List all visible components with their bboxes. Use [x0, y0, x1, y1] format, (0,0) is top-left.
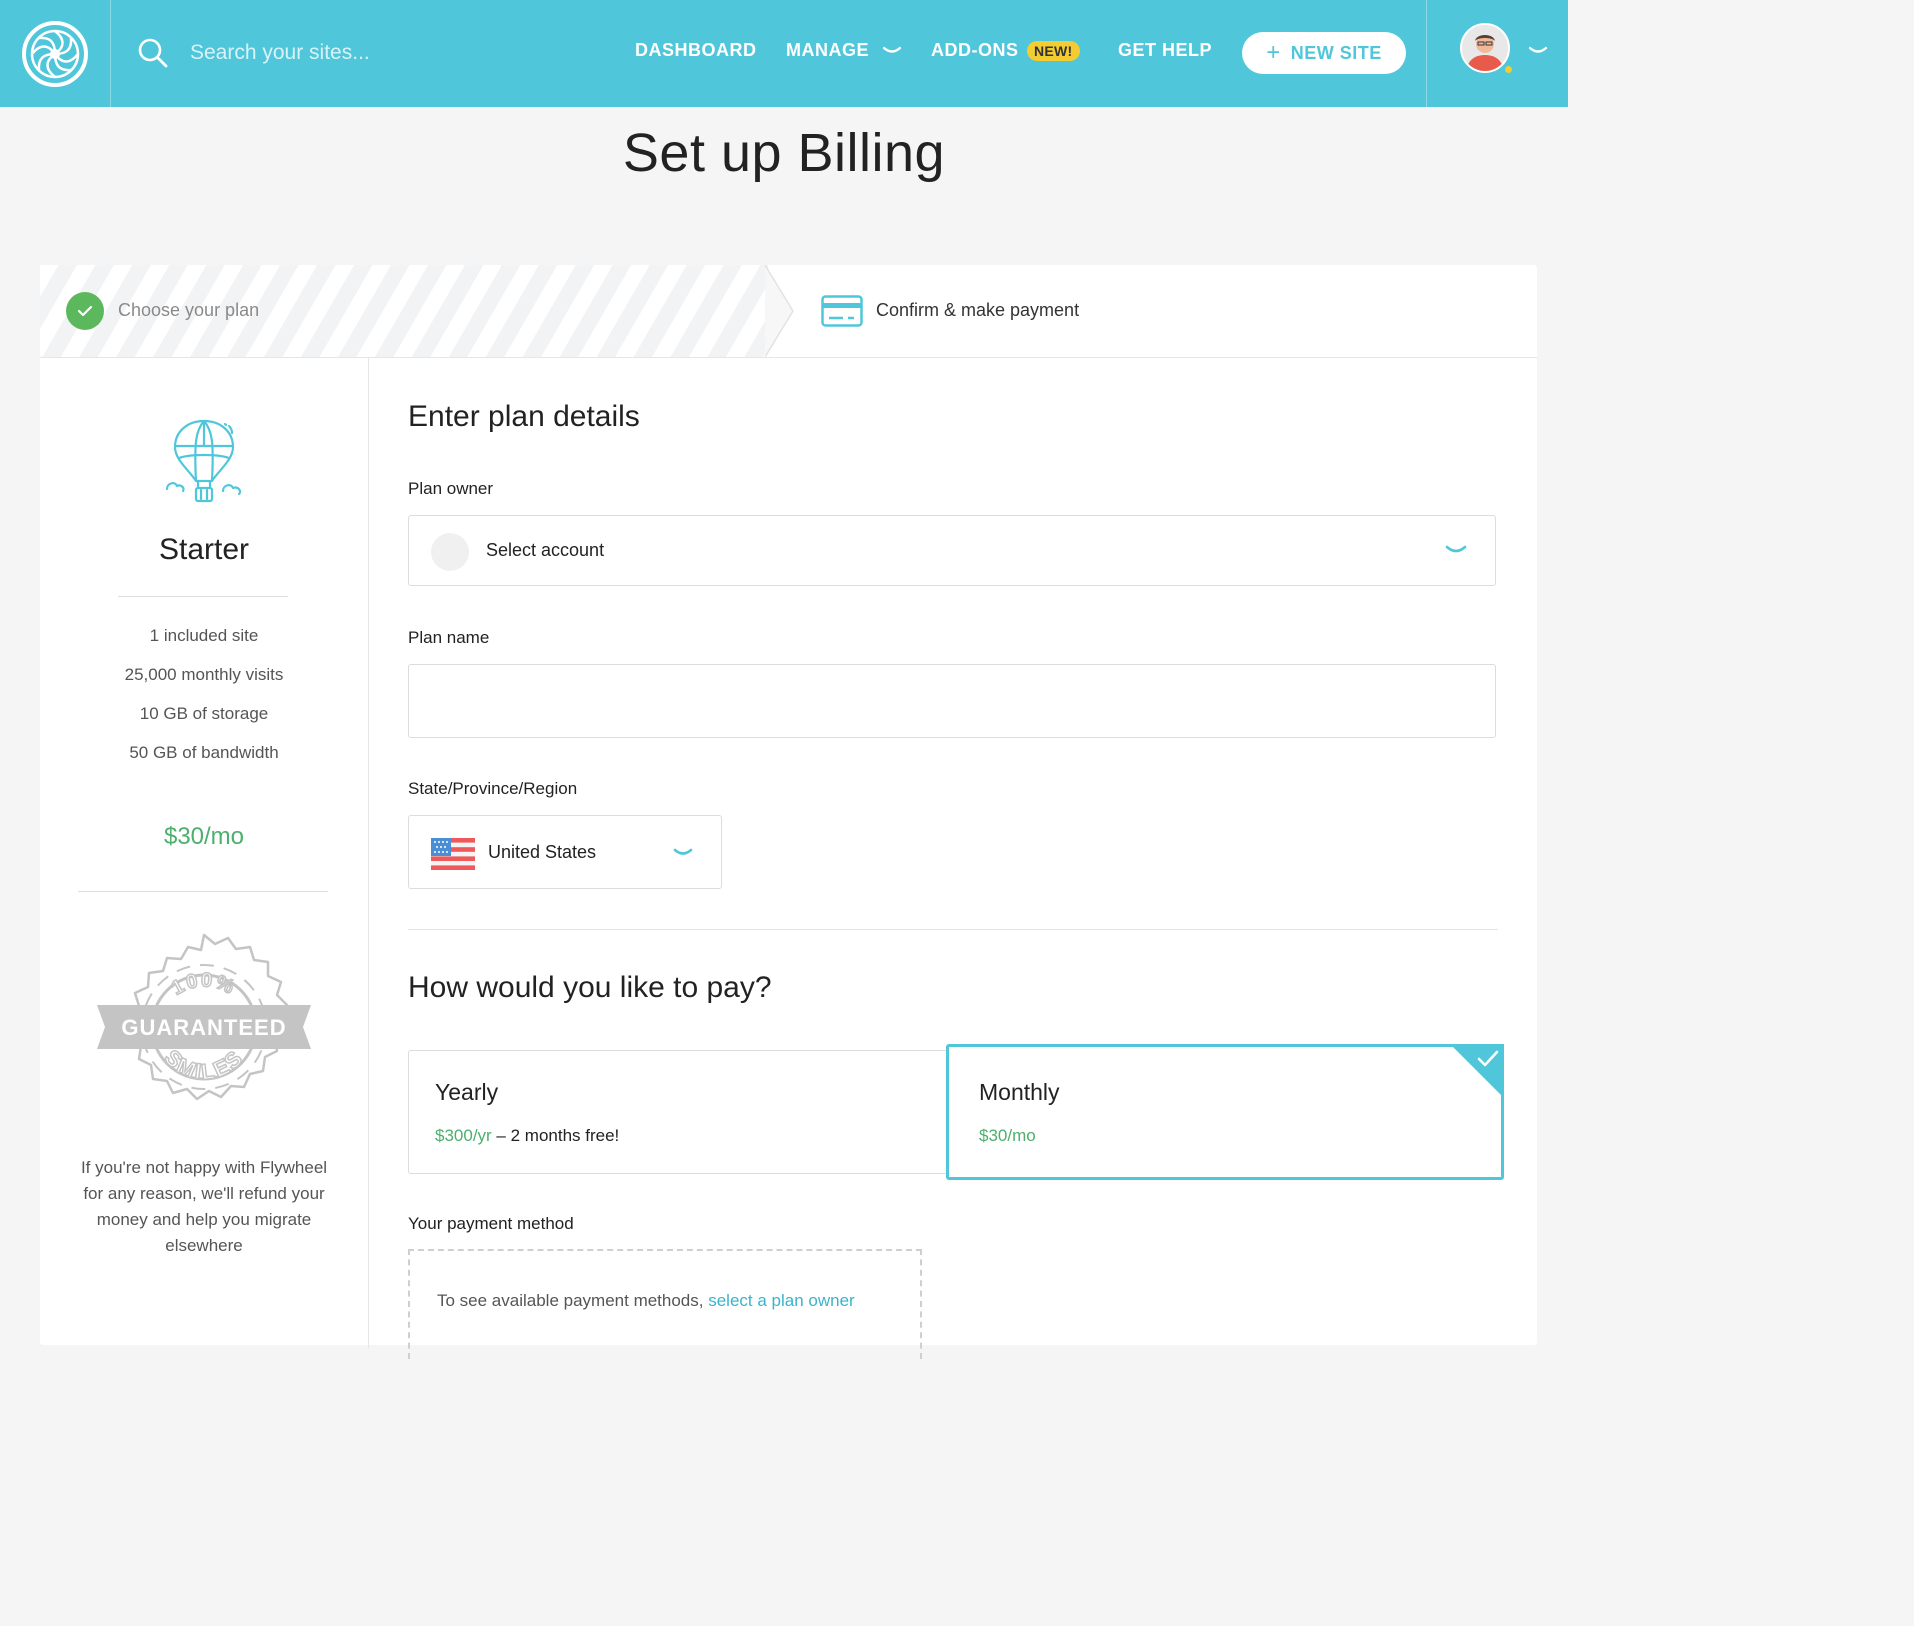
- select-plan-owner-link[interactable]: select a plan owner: [708, 1291, 854, 1310]
- yearly-price: $300/yr: [435, 1126, 492, 1145]
- section-title-payment: How would you like to pay?: [408, 971, 772, 1004]
- account-avatar: [431, 533, 469, 571]
- nav-addons-label: ADD-ONS: [931, 40, 1019, 60]
- new-site-label: NEW SITE: [1290, 42, 1382, 63]
- new-site-button[interactable]: + NEW SITE: [1242, 32, 1406, 74]
- payment-method-box: To see available payment methods, select…: [408, 1249, 922, 1359]
- pay-option-price: $30/mo: [979, 1126, 1036, 1145]
- seal-bottom-text: SMILES: [160, 1045, 249, 1085]
- hot-air-balloon-icon: [165, 419, 242, 503]
- avatar[interactable]: [1460, 23, 1510, 73]
- check-icon: [66, 292, 104, 330]
- plan-feature: 25,000 monthly visits: [124, 665, 284, 684]
- chevron-down-icon: [882, 47, 901, 53]
- payment-method-message: To see available payment methods,: [437, 1291, 709, 1310]
- seal-bottom-label: SMILES: [159, 1044, 247, 1085]
- nav-dashboard[interactable]: DASHBOARD: [635, 40, 757, 61]
- region-label: State/Province/Region: [408, 779, 578, 798]
- plus-icon: +: [1266, 39, 1281, 66]
- plan-feature: 50 GB of bandwidth: [129, 743, 279, 762]
- pay-option-title: Yearly: [435, 1079, 499, 1105]
- search-input[interactable]: [190, 36, 530, 70]
- pay-option-yearly[interactable]: Yearly $300/yr – 2 months free!: [408, 1050, 948, 1174]
- top-nav-bar: DASHBOARD MANAGE ADD-ONS NEW! GET HELP +…: [0, 0, 1568, 107]
- seal-top-label: 100%: [167, 968, 238, 1000]
- online-status-dot: [1503, 64, 1514, 75]
- plan-feature: 10 GB of storage: [139, 704, 269, 723]
- billing-steps: Choose your plan Confirm & make payment: [40, 265, 1537, 358]
- region-select[interactable]: United States: [408, 815, 722, 889]
- billing-card: Choose your plan Confirm & make payment: [40, 265, 1537, 1359]
- nav-get-help[interactable]: GET HELP: [1118, 40, 1212, 61]
- guarantee-text: If you're not happy with Flywheel for an…: [80, 1158, 328, 1255]
- step-separator-arrow: [765, 265, 794, 357]
- divider: [408, 929, 1498, 930]
- search-icon[interactable]: [137, 37, 169, 69]
- nav-manage[interactable]: MANAGE: [786, 40, 901, 61]
- chevron-down-icon[interactable]: [1529, 46, 1547, 56]
- seal-banner-text: GUARANTEED: [121, 1015, 286, 1040]
- flywheel-logo-icon: [22, 20, 88, 87]
- nav-dashboard-label: DASHBOARD: [635, 40, 757, 60]
- nav-get-help-label: GET HELP: [1118, 40, 1213, 60]
- seal-top-text: 100%: [168, 969, 239, 999]
- divider: [78, 891, 328, 892]
- plan-owner-value: Select account: [486, 540, 605, 560]
- payment-method-text: To see available payment methods, select…: [437, 1291, 855, 1311]
- plan-price: $30/mo: [163, 823, 245, 850]
- step-choose-plan[interactable]: Choose your plan: [40, 265, 768, 357]
- selected-check-icon: [1450, 1044, 1504, 1098]
- flywheel-logo[interactable]: [0, 0, 111, 107]
- payment-method-label: Your payment method: [408, 1214, 574, 1233]
- region-value: United States: [488, 842, 597, 862]
- nav-manage-label: MANAGE: [786, 40, 869, 60]
- plan-feature: 1 included site: [149, 626, 259, 645]
- chevron-down-icon: [1445, 545, 1467, 553]
- plan-name: Starter: [158, 533, 250, 566]
- step-choose-plan-label: Choose your plan: [118, 300, 260, 320]
- plan-owner-label: Plan owner: [408, 479, 494, 498]
- us-flag-icon: [431, 838, 475, 870]
- pay-option-price: $300/yr – 2 months free!: [435, 1126, 619, 1146]
- step-confirm-payment-label: Confirm & make payment: [876, 300, 1080, 320]
- divider: [118, 596, 288, 597]
- new-badge: NEW!: [1027, 41, 1080, 61]
- user-photo-icon: [1462, 25, 1508, 71]
- credit-card-icon: [821, 295, 863, 327]
- plan-summary: Starter 1 included site 25,000 monthly v…: [40, 358, 369, 1348]
- plan-owner-select[interactable]: Select account: [408, 515, 1496, 586]
- nav-addons[interactable]: ADD-ONS: [931, 40, 1019, 61]
- pay-option-title: Monthly: [979, 1079, 1060, 1105]
- user-menu[interactable]: [1426, 0, 1569, 107]
- pay-option-monthly[interactable]: Monthly $30/mo: [946, 1044, 1504, 1180]
- guarantee-seal-icon: GUARANTEED 100% SMILES: [97, 933, 311, 1101]
- yearly-note: – 2 months free!: [491, 1126, 620, 1145]
- chevron-down-icon: [673, 848, 693, 855]
- plan-name-input[interactable]: [408, 664, 1496, 738]
- section-title-plan-details: Enter plan details: [408, 400, 640, 433]
- page-title: Set up Billing: [622, 123, 946, 183]
- plan-name-label: Plan name: [408, 628, 490, 647]
